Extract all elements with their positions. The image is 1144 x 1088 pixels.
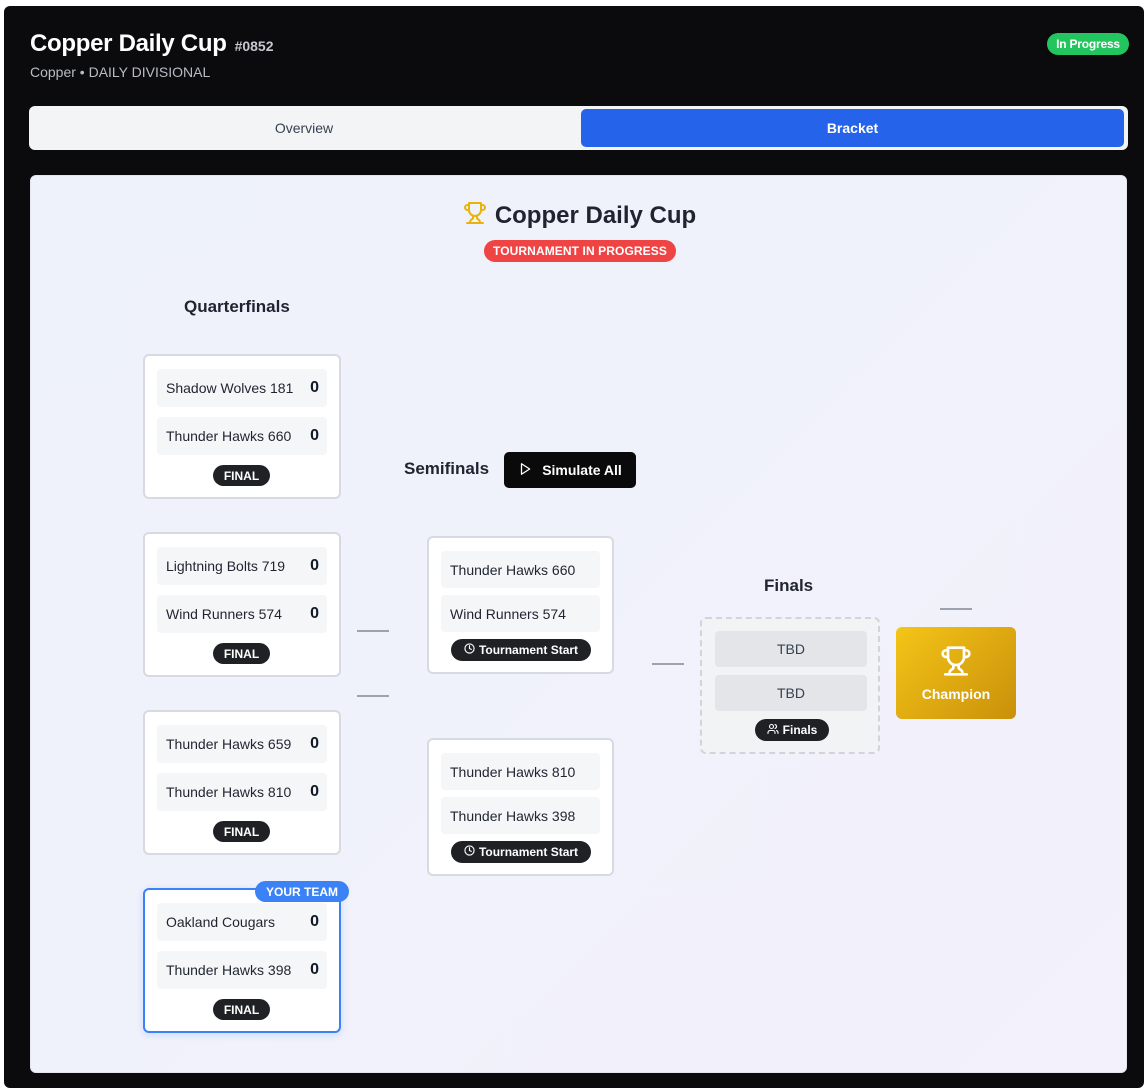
team-score: 0 — [310, 427, 319, 444]
team-name: Thunder Hawks 660 — [441, 551, 600, 588]
semifinal-match-2[interactable]: Thunder Hawks 810 Thunder Hawks 398 Tour… — [427, 738, 614, 876]
team-score: 0 — [310, 557, 319, 574]
team-row: Lightning Bolts 719 0 — [157, 547, 327, 585]
team-name: Shadow Wolves 181 — [166, 380, 294, 396]
bracket-title: Copper Daily Cup — [494, 201, 697, 229]
team-row: Thunder Hawks 660 0 — [157, 417, 327, 455]
finals-label: Finals — [764, 576, 814, 595]
match-status-badge: Tournament Start — [451, 639, 591, 661]
tournament-window: Copper Daily Cup #0852 Copper • DAILY DI… — [4, 6, 1144, 1088]
match-status-label: Finals — [782, 723, 818, 737]
bracket-connector — [652, 663, 684, 665]
tournament-status-badge: TOURNAMENT IN PROGRESS — [484, 240, 676, 262]
match-status-label: Tournament Start — [478, 845, 579, 859]
bracket-connector — [357, 695, 389, 697]
team-name: Thunder Hawks 810 — [166, 784, 292, 800]
tab-overview[interactable]: Overview — [32, 109, 576, 147]
match-status-badge: FINAL — [213, 643, 270, 664]
status-badge: In Progress — [1047, 33, 1129, 55]
team-name: Thunder Hawks 659 — [166, 736, 292, 752]
tab-bracket[interactable]: Bracket — [581, 109, 1124, 147]
match-status-badge: FINAL — [213, 821, 270, 842]
page-title: Copper Daily Cup — [30, 30, 227, 57]
match-status-label: Tournament Start — [478, 643, 579, 657]
team-score: 0 — [310, 605, 319, 622]
users-icon — [767, 723, 779, 738]
team-name: Lightning Bolts 719 — [166, 558, 286, 574]
match-status-badge: FINAL — [213, 999, 270, 1020]
quarterfinal-match-4[interactable]: YOUR TEAM Oakland Cougars 0 Thunder Hawk… — [143, 881, 349, 1033]
team-score: 0 — [310, 379, 319, 396]
team-row: Thunder Hawks 398 0 — [157, 951, 327, 989]
simulate-all-button[interactable]: Simulate All — [504, 452, 636, 488]
your-team-badge: YOUR TEAM — [255, 881, 349, 902]
clock-icon — [464, 845, 475, 859]
team-name: TBD — [715, 675, 867, 711]
team-score: 0 — [310, 961, 319, 978]
team-row: Shadow Wolves 181 0 — [157, 369, 327, 407]
team-name: Thunder Hawks 398 — [441, 797, 600, 834]
team-score: 0 — [310, 913, 319, 930]
trophy-icon — [940, 645, 972, 682]
team-row: Thunder Hawks 659 0 — [157, 725, 327, 763]
team-name: Wind Runners 574 — [441, 595, 600, 632]
quarterfinal-match-2[interactable]: Lightning Bolts 719 0 Wind Runners 574 0… — [143, 532, 341, 677]
finals-match[interactable]: TBD TBD Finals — [700, 617, 880, 754]
team-name: Wind Runners 574 — [166, 606, 282, 622]
team-row: Thunder Hawks 810 0 — [157, 773, 327, 811]
semifinals-label: Semifinals — [404, 459, 490, 478]
play-icon — [518, 462, 532, 479]
team-name: TBD — [715, 631, 867, 667]
trophy-icon — [463, 201, 487, 230]
bracket-panel: Copper Daily Cup TOURNAMENT IN PROGRESS … — [30, 175, 1127, 1073]
team-name: Thunder Hawks 398 — [166, 962, 292, 978]
match-status-badge: Tournament Start — [451, 841, 591, 863]
team-row: Oakland Cougars 0 — [157, 903, 327, 941]
tab-bar: Overview Bracket — [29, 106, 1128, 150]
team-row: Wind Runners 574 0 — [157, 595, 327, 633]
quarterfinal-match-3[interactable]: Thunder Hawks 659 0 Thunder Hawks 810 0 … — [143, 710, 341, 855]
team-score: 0 — [310, 783, 319, 800]
quarterfinal-match-1[interactable]: Shadow Wolves 181 0 Thunder Hawks 660 0 … — [143, 354, 341, 499]
bracket-connector — [357, 630, 389, 632]
clock-icon — [464, 643, 475, 657]
team-name: Oakland Cougars — [166, 914, 275, 930]
bracket-connector — [940, 608, 972, 610]
simulate-all-label: Simulate All — [542, 462, 622, 478]
tournament-id: #0852 — [234, 38, 274, 54]
title-row: Copper Daily Cup #0852 — [30, 30, 274, 58]
team-score: 0 — [310, 735, 319, 752]
team-name: Thunder Hawks 660 — [166, 428, 292, 444]
champion-label: Champion — [921, 685, 991, 702]
quarterfinals-label: Quarterfinals — [184, 297, 290, 316]
bracket-header: Copper Daily Cup — [31, 201, 1128, 230]
match-status-badge: FINAL — [213, 465, 270, 486]
semifinal-match-1[interactable]: Thunder Hawks 660 Wind Runners 574 Tourn… — [427, 536, 614, 674]
champion-card: Champion — [896, 627, 1016, 719]
match-status-badge: Finals — [755, 719, 829, 741]
page-subtitle: Copper • DAILY DIVISIONAL — [30, 64, 211, 80]
team-name: Thunder Hawks 810 — [441, 753, 600, 790]
